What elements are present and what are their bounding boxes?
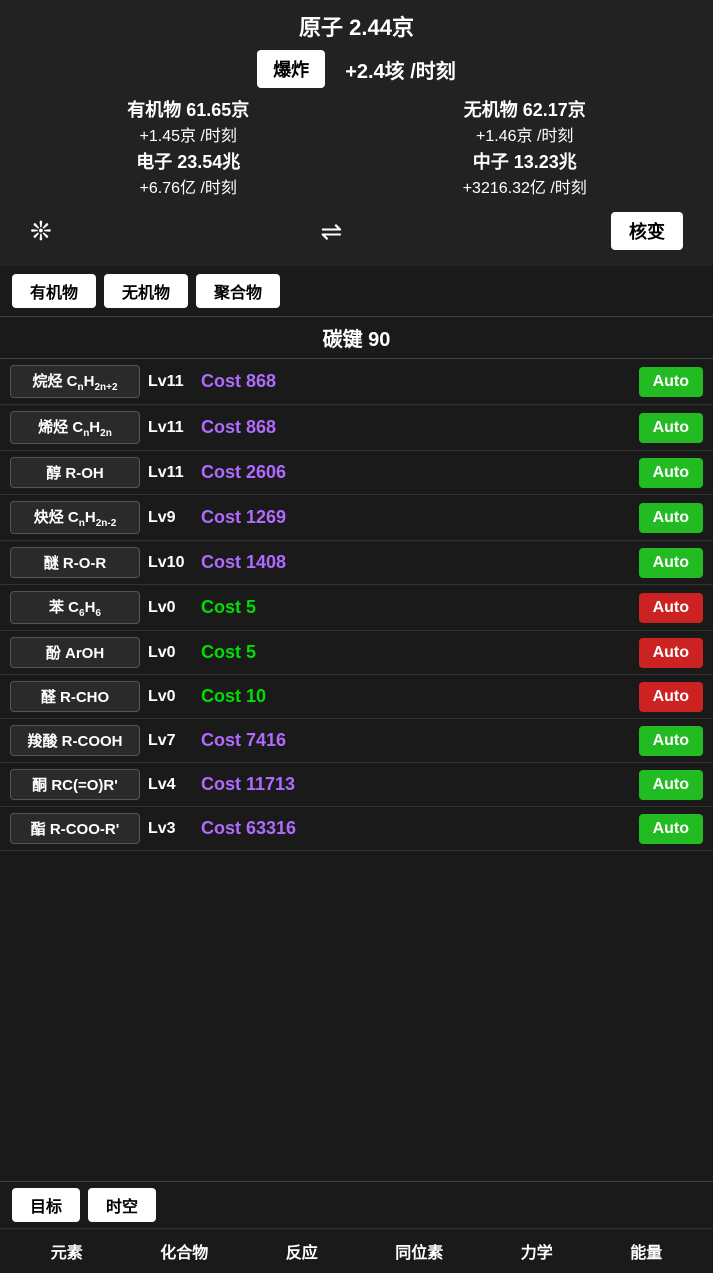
compound-name[interactable]: 酮 RC(=O)R' [10,769,140,800]
compound-name[interactable]: 烯烃 CnH2n [10,411,140,444]
compound-row: 醚 R-O-R Lv10 Cost 1408 Auto [0,541,713,585]
compound-row: 酚 ArOH Lv0 Cost 5 Auto [0,631,713,675]
organic-label: 有机物 61.65京 [25,96,352,122]
flower-icon[interactable]: ❊ [30,216,52,247]
auto-button[interactable]: Auto [639,682,703,712]
compound-name[interactable]: 苯 C6H6 [10,591,140,624]
compound-name[interactable]: 酚 ArOH [10,637,140,668]
target-button[interactable]: 目标 [12,1188,80,1222]
compound-name[interactable]: 烷烃 CnH2n+2 [10,365,140,398]
compound-name[interactable]: 醛 R-CHO [10,681,140,712]
compound-cost: Cost 63316 [201,818,631,839]
electron-rate: +6.76亿 /时刻 [25,174,352,198]
compound-level: Lv0 [148,599,193,617]
compound-cost: Cost 1408 [201,552,631,573]
neutron-rate: +3216.32亿 /时刻 [362,174,689,198]
inorganic-rate: +1.46京 /时刻 [362,122,689,146]
compound-level: Lv7 [148,732,193,750]
compound-cost: Cost 868 [201,371,631,392]
compound-name[interactable]: 醚 R-O-R [10,547,140,578]
compound-cost: Cost 1269 [201,507,631,528]
compound-list: 烷烃 CnH2n+2 Lv11 Cost 868 Auto 烯烃 CnH2n Lv11 Co… [0,359,713,951]
compound-level: Lv4 [148,776,193,794]
compound-row: 炔烃 CnH2n-2 Lv9 Cost 1269 Auto [0,495,713,541]
nav-item-同位素[interactable]: 同位素 [387,1235,451,1267]
nav-item-能量[interactable]: 能量 [622,1235,670,1267]
electron-label: 电子 23.54兆 [25,148,352,174]
auto-button[interactable]: Auto [639,413,703,443]
compound-level: Lv0 [148,688,193,706]
compound-level: Lv11 [148,373,193,391]
per-time-display: +2.4垓 /时刻 [345,55,456,84]
compound-cost: Cost 10 [201,686,631,707]
nav-item-化合物[interactable]: 化合物 [152,1235,216,1267]
compound-row: 烯烃 CnH2n Lv11 Cost 868 Auto [0,405,713,451]
explode-button[interactable]: 爆炸 [257,50,325,88]
bottom-nav: 目标 时空 元素 化合物 反应 同位素 力学 能量 [0,1181,713,1273]
nav-item-反应[interactable]: 反应 [278,1235,326,1267]
atom-display: 原子 2.44京 [15,10,698,42]
carbon-bonds-header: 碳键 90 [0,316,713,359]
compound-cost: Cost 868 [201,417,631,438]
compound-name[interactable]: 羧酸 R-COOH [10,725,140,756]
tab-organic[interactable]: 有机物 [12,274,96,308]
tab-inorganic[interactable]: 无机物 [104,274,188,308]
tab-polymer[interactable]: 聚合物 [196,274,280,308]
auto-button[interactable]: Auto [639,458,703,488]
compound-level: Lv11 [148,464,193,482]
compound-level: Lv0 [148,644,193,662]
compound-row: 酮 RC(=O)R' Lv4 Cost 11713 Auto [0,763,713,807]
auto-button[interactable]: Auto [639,593,703,623]
compound-row: 羧酸 R-COOH Lv7 Cost 7416 Auto [0,719,713,763]
organic-rate: +1.45京 /时刻 [25,122,352,146]
compound-row: 醛 R-CHO Lv0 Cost 10 Auto [0,675,713,719]
auto-button[interactable]: Auto [639,726,703,756]
compound-level: Lv10 [148,554,193,572]
compound-cost: Cost 5 [201,597,631,618]
compound-cost: Cost 2606 [201,462,631,483]
shuffle-icon[interactable]: ⇌ [321,216,343,247]
nuclear-button[interactable]: 核变 [611,212,683,250]
compound-level: Lv3 [148,820,193,838]
inorganic-label: 无机物 62.17京 [362,96,689,122]
compound-row: 醇 R-OH Lv11 Cost 2606 Auto [0,451,713,495]
compound-name[interactable]: 炔烃 CnH2n-2 [10,501,140,534]
compound-row: 烷烃 CnH2n+2 Lv11 Cost 868 Auto [0,359,713,405]
compound-name[interactable]: 醇 R-OH [10,457,140,488]
auto-button[interactable]: Auto [639,770,703,800]
compound-level: Lv11 [148,419,193,437]
nav-item-力学[interactable]: 力学 [513,1235,561,1267]
auto-button[interactable]: Auto [639,367,703,397]
auto-button[interactable]: Auto [639,548,703,578]
compound-row: 苯 C6H6 Lv0 Cost 5 Auto [0,585,713,631]
top-section: 原子 2.44京 爆炸 +2.4垓 /时刻 有机物 61.65京 +1.45京 … [0,0,713,266]
auto-button[interactable]: Auto [639,503,703,533]
spacetime-button[interactable]: 时空 [88,1188,156,1222]
nav-item-元素[interactable]: 元素 [43,1235,91,1267]
compound-level: Lv9 [148,509,193,527]
compound-cost: Cost 5 [201,642,631,663]
compound-cost: Cost 7416 [201,730,631,751]
compound-row: 酯 R-COO-R' Lv3 Cost 63316 Auto [0,807,713,851]
compound-name[interactable]: 酯 R-COO-R' [10,813,140,844]
compound-cost: Cost 11713 [201,774,631,795]
auto-button[interactable]: Auto [639,814,703,844]
auto-button[interactable]: Auto [639,638,703,668]
neutron-label: 中子 13.23兆 [362,148,689,174]
